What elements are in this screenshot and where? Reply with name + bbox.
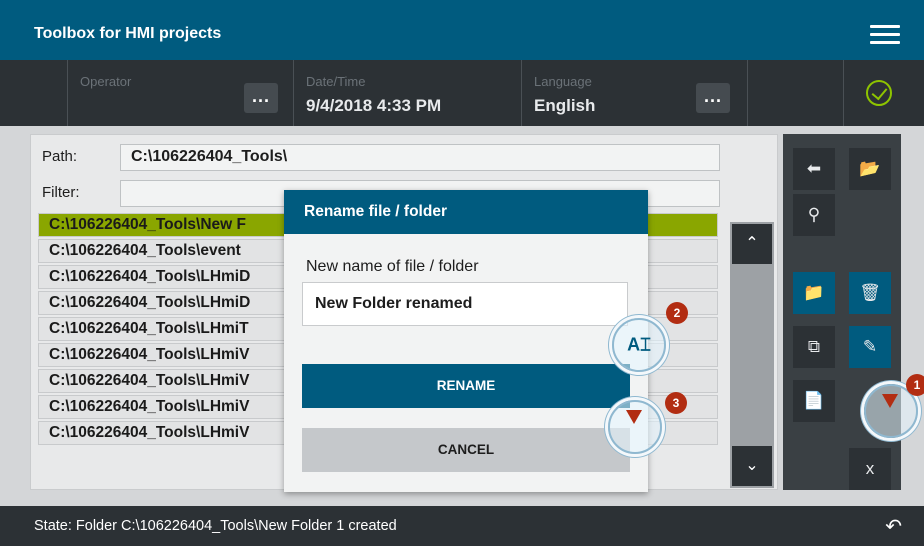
path-label: Path: — [42, 148, 78, 165]
status-strip: Operator ... Date/Time 9/4/2018 4:33 PM … — [0, 60, 924, 126]
title-bar: Toolbox for HMI projects — [0, 0, 924, 60]
language-button[interactable]: ... — [696, 83, 730, 113]
footer-bar: State: Folder C:\106226404_Tools\New Fol… — [0, 506, 924, 546]
chevron-down-icon[interactable]: ⌄ — [732, 446, 772, 486]
language-value: English — [534, 96, 596, 115]
step-badge-1: 1 — [906, 374, 924, 396]
back-icon[interactable]: ↶ — [885, 514, 902, 539]
arrow-down-icon — [626, 410, 642, 424]
rename-dialog: Rename file / folder New name of file / … — [284, 190, 648, 492]
pencil-icon[interactable]: ✎ — [849, 326, 891, 368]
operator-button[interactable]: ... — [244, 83, 278, 113]
rename-button[interactable]: RENAME — [302, 364, 630, 408]
path-field[interactable]: C:\106226404_Tools\ — [120, 144, 720, 171]
close-icon[interactable]: x — [849, 448, 891, 490]
dialog-title: Rename file / folder — [284, 190, 648, 234]
text-cursor-icon: A⌶ — [627, 334, 651, 355]
state-text: State: Folder C:\106226404_Tools\New Fol… — [34, 518, 397, 534]
search-icon[interactable]: ⚲ — [793, 194, 835, 236]
file-icon[interactable]: 📄 — [793, 380, 835, 422]
trash-icon[interactable]: 🗑 — [849, 272, 891, 314]
step-badge-3: 3 — [665, 392, 687, 414]
filter-label: Filter: — [42, 184, 80, 201]
check-circle-icon — [866, 80, 892, 106]
folder-download-icon[interactable]: 📂 — [849, 148, 891, 190]
status-spacer — [0, 60, 68, 126]
app-title: Toolbox for HMI projects — [34, 25, 222, 42]
new-name-input[interactable]: New Folder renamed — [302, 282, 628, 326]
operator-label: Operator — [80, 74, 132, 89]
copy-icon[interactable]: ⧉ — [793, 326, 835, 368]
list-scrollbar[interactable]: ⌃ ⌄ — [730, 222, 774, 488]
text-cursor-hint: A⌶ — [612, 318, 666, 372]
step-badge-2: 2 — [666, 302, 688, 324]
datetime-cell: Date/Time 9/4/2018 4:33 PM — [294, 60, 522, 126]
mouse-hint — [608, 400, 662, 454]
datetime-value: 9/4/2018 4:33 PM — [306, 96, 442, 115]
dialog-label: New name of file / folder — [306, 258, 479, 275]
chevron-up-icon[interactable]: ⌃ — [732, 224, 772, 264]
datetime-label: Date/Time — [306, 74, 366, 89]
menu-icon[interactable] — [870, 25, 900, 45]
arrow-down-icon — [882, 394, 898, 408]
cancel-button[interactable]: CANCEL — [302, 428, 630, 472]
language-cell: Language English ... — [522, 60, 748, 126]
language-label: Language — [534, 74, 592, 89]
new-folder-icon[interactable]: 📁 — [793, 272, 835, 314]
arrow-left-icon[interactable]: ⬅ — [793, 148, 835, 190]
status-spacer-2 — [748, 60, 844, 126]
operator-cell: Operator ... — [68, 60, 294, 126]
